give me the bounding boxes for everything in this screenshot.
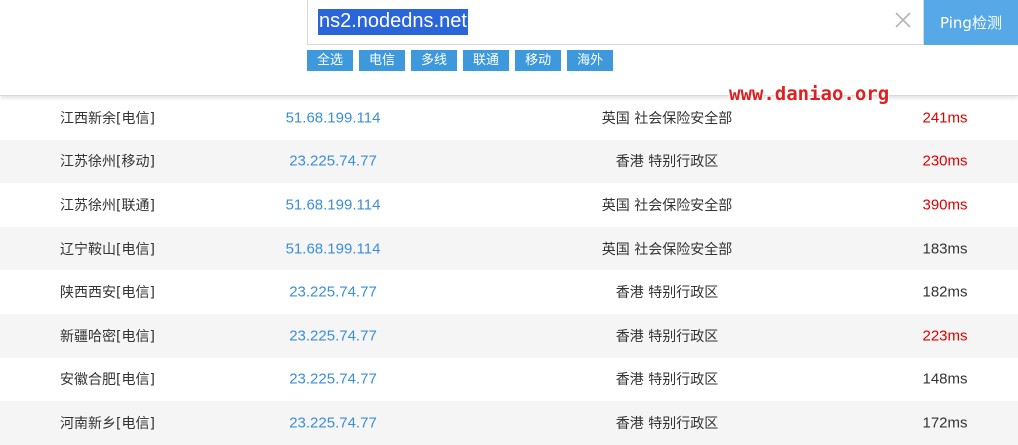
- resolved-ip[interactable]: 51.68.199.114: [286, 196, 381, 213]
- node-location: 辽宁鞍山[电信]: [60, 241, 155, 258]
- resolved-ip[interactable]: 23.225.74.77: [289, 414, 377, 431]
- result-row: 河南新乡[电信] 23.225.74.77 香港 特别行政区 172ms: [0, 401, 1018, 445]
- node-location: 新疆哈密[电信]: [60, 328, 155, 345]
- resolved-ip[interactable]: 23.225.74.77: [289, 153, 377, 170]
- search-input[interactable]: ns2.nodedns.net: [318, 9, 468, 35]
- node-location: 陕西西安[电信]: [60, 285, 155, 302]
- clear-icon[interactable]: [892, 9, 914, 31]
- search-panel: ns2.nodedns.net Ping检测 全选 电信 多线 联通 移动 海外: [0, 0, 1018, 96]
- ping-check-button[interactable]: Ping检测: [924, 0, 1018, 45]
- ip-geolocation: 英国 社会保险安全部: [601, 241, 733, 258]
- search-input-box[interactable]: ns2.nodedns.net: [307, 0, 924, 45]
- result-row: 江苏徐州[移动] 23.225.74.77 香港 特别行政区 230ms: [0, 139, 1018, 184]
- result-row: 辽宁鞍山[电信] 51.68.199.114 英国 社会保险安全部 183ms: [0, 226, 1018, 271]
- latency-value: 230ms: [922, 152, 968, 170]
- node-location: 河南新乡[电信]: [60, 415, 155, 432]
- isp-filter-bar: 全选 电信 多线 联通 移动 海外: [307, 50, 614, 71]
- node-location: 江西新余[电信]: [60, 110, 155, 127]
- latency-value: 172ms: [922, 414, 968, 432]
- latency-value: 183ms: [922, 240, 968, 258]
- ip-geolocation: 英国 社会保险安全部: [601, 110, 733, 127]
- filter-all-button[interactable]: 全选: [307, 50, 354, 71]
- resolved-ip[interactable]: 51.68.199.114: [286, 240, 381, 257]
- latency-value: 223ms: [922, 327, 968, 345]
- filter-multiline-button[interactable]: 多线: [411, 50, 458, 71]
- node-location: 江苏徐州[联通]: [60, 197, 155, 214]
- filter-overseas-button[interactable]: 海外: [567, 50, 614, 71]
- node-location: 江苏徐州[移动]: [60, 154, 155, 171]
- ip-geolocation: 香港 特别行政区: [615, 372, 719, 389]
- filter-unicom-button[interactable]: 联通: [463, 50, 510, 71]
- ip-geolocation: 英国 社会保险安全部: [601, 197, 733, 214]
- result-row: 陕西西安[电信] 23.225.74.77 香港 特别行政区 182ms: [0, 270, 1018, 314]
- filter-mobile-button[interactable]: 移动: [515, 50, 562, 71]
- resolved-ip[interactable]: 23.225.74.77: [289, 371, 377, 388]
- latency-value: 241ms: [922, 109, 968, 127]
- latency-value: 390ms: [922, 196, 968, 214]
- ip-geolocation: 香港 特别行政区: [615, 328, 719, 345]
- resolved-ip[interactable]: 23.225.74.77: [289, 327, 377, 344]
- node-location: 安徽合肥[电信]: [60, 372, 155, 389]
- filter-telecom-button[interactable]: 电信: [359, 50, 406, 71]
- latency-value: 148ms: [922, 370, 968, 388]
- result-row: 安徽合肥[电信] 23.225.74.77 香港 特别行政区 148ms: [0, 358, 1018, 402]
- ip-geolocation: 香港 特别行政区: [615, 154, 719, 171]
- result-row: 新疆哈密[电信] 23.225.74.77 香港 特别行政区 223ms: [0, 313, 1018, 358]
- resolved-ip[interactable]: 51.68.199.114: [286, 109, 381, 126]
- latency-value: 182ms: [922, 283, 968, 301]
- result-row: 江苏徐州[联通] 51.68.199.114 英国 社会保险安全部 390ms: [0, 183, 1018, 227]
- ping-results-list: 江西新余[电信] 51.68.199.114 英国 社会保险安全部 241ms …: [0, 96, 1018, 445]
- site-watermark: www.daniao.org: [729, 83, 890, 105]
- ip-geolocation: 香港 特别行政区: [615, 285, 719, 302]
- ip-geolocation: 香港 特别行政区: [615, 415, 719, 432]
- resolved-ip[interactable]: 23.225.74.77: [289, 284, 377, 301]
